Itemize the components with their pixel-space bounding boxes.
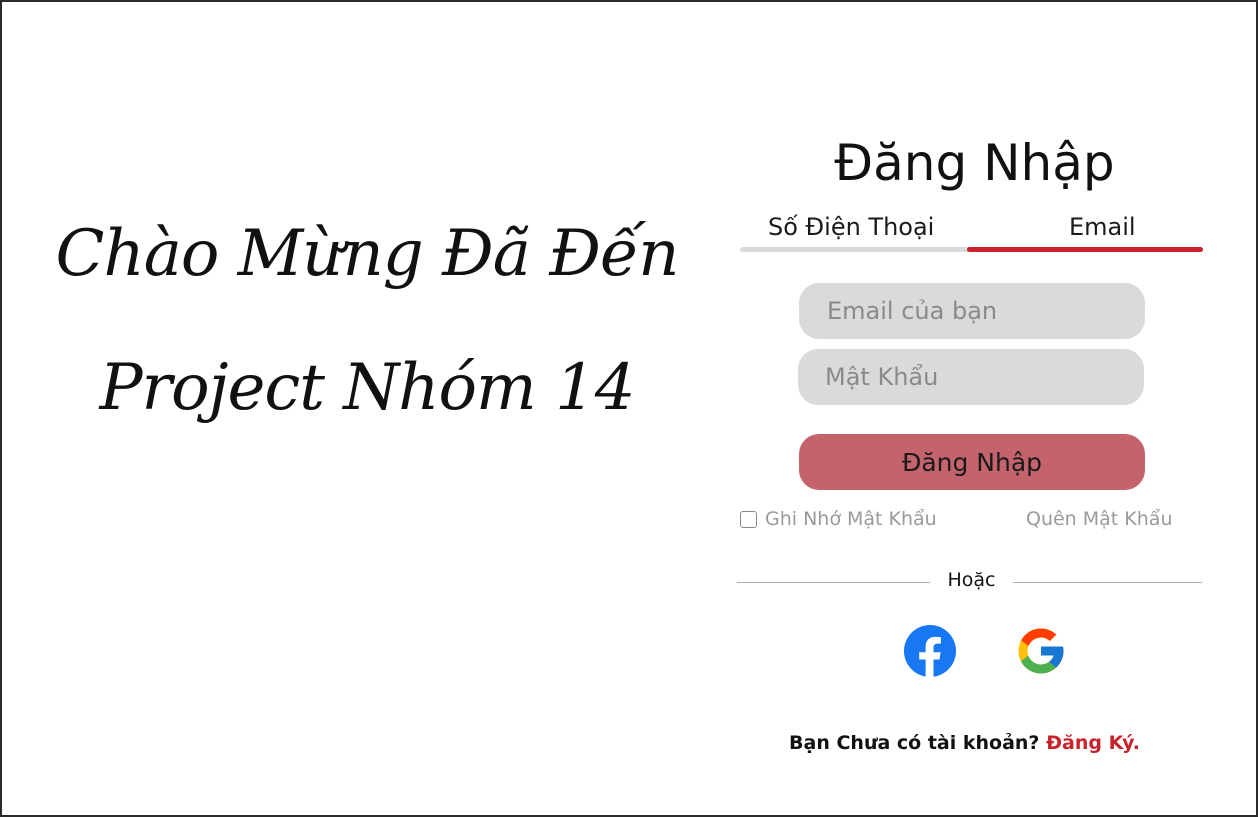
tab-email[interactable]: Email xyxy=(1069,212,1136,242)
tab-indicator-inactive xyxy=(740,247,970,252)
google-login-button[interactable] xyxy=(1014,624,1068,678)
welcome-heading: Chào Mừng Đã Đến Project Nhóm 14 xyxy=(42,187,692,455)
facebook-icon xyxy=(904,625,956,678)
signup-prompt: Bạn Chưa có tài khoản? xyxy=(789,732,1040,754)
remember-label: Ghi Nhớ Mật Khẩu xyxy=(765,508,937,530)
login-button[interactable]: Đăng Nhập xyxy=(799,434,1145,490)
google-icon xyxy=(1018,628,1064,674)
page-frame: Chào Mừng Đã Đến Project Nhóm 14 Đăng Nh… xyxy=(0,0,1258,817)
password-input[interactable] xyxy=(798,349,1144,405)
divider-right xyxy=(1013,582,1202,583)
divider-text: Hoặc xyxy=(947,569,996,591)
signup-row: Bạn Chưa có tài khoản? Đăng Ký. xyxy=(737,732,1192,754)
tab-phone[interactable]: Số Điện Thoại xyxy=(768,212,934,242)
welcome-line-2: Project Nhóm 14 xyxy=(99,351,635,425)
remember-checkbox[interactable] xyxy=(740,510,757,528)
divider-left xyxy=(737,582,930,583)
login-title: Đăng Nhập xyxy=(834,134,1115,192)
signup-link[interactable]: Đăng Ký. xyxy=(1046,732,1140,754)
welcome-line-1: Chào Mừng Đã Đến xyxy=(55,217,680,291)
tab-indicator-active xyxy=(967,247,1203,252)
email-input[interactable] xyxy=(799,283,1145,339)
remember-me[interactable]: Ghi Nhớ Mật Khẩu xyxy=(740,508,937,530)
facebook-login-button[interactable] xyxy=(903,624,957,678)
forgot-password-link[interactable]: Quên Mật Khẩu xyxy=(1026,508,1172,530)
